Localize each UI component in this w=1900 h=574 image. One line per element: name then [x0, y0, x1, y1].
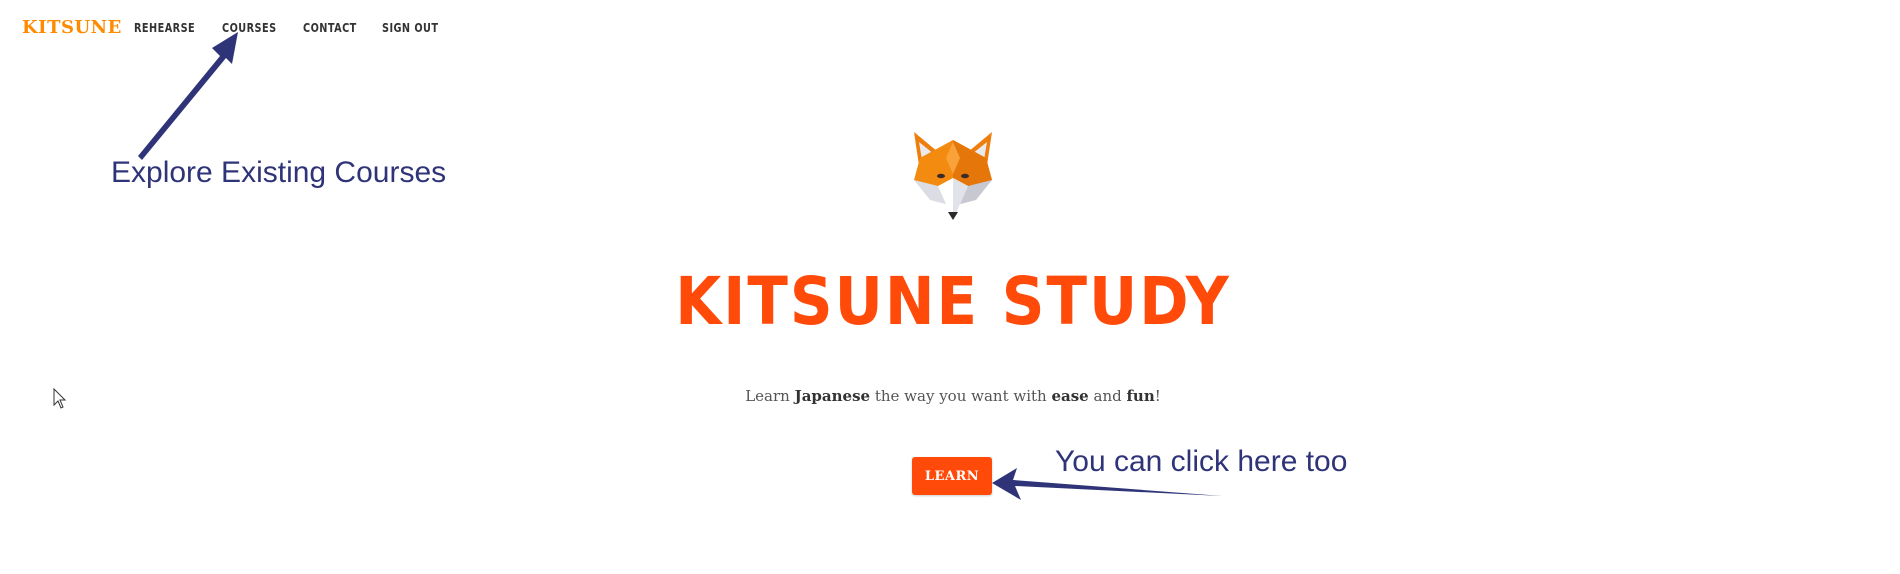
main-nav: REHEARSE COURSES CONTACT SIGN OUT [134, 18, 465, 38]
site-logo[interactable]: KITSUNE [22, 16, 122, 40]
subtitle-bold-ease: ease [1051, 387, 1089, 405]
hero-subtitle: Learn Japanese the way you want with eas… [0, 385, 1900, 407]
nav-item-rehearse[interactable]: REHEARSE [134, 18, 195, 38]
nav-item-sign-out[interactable]: SIGN OUT [382, 18, 438, 38]
subtitle-text: Learn [745, 387, 795, 405]
subtitle-bold-japanese: Japanese [794, 387, 871, 405]
subtitle-text: and [1088, 387, 1127, 405]
arrow-to-courses-icon [138, 32, 238, 160]
subtitle-text: ! [1154, 387, 1161, 405]
hero-title: KITSUNE STUDY [675, 263, 1231, 340]
fox-icon [914, 132, 992, 220]
annotation-explore-courses: Explore Existing Courses [111, 156, 447, 189]
annotation-click-here: You can click here too [1055, 445, 1348, 478]
subtitle-bold-fun: fun [1126, 387, 1155, 405]
nav-item-contact[interactable]: CONTACT [303, 18, 357, 38]
learn-button[interactable]: LEARN [912, 457, 992, 495]
subtitle-text: the way you want with [870, 387, 1052, 405]
nav-item-courses[interactable]: COURSES [222, 18, 277, 38]
